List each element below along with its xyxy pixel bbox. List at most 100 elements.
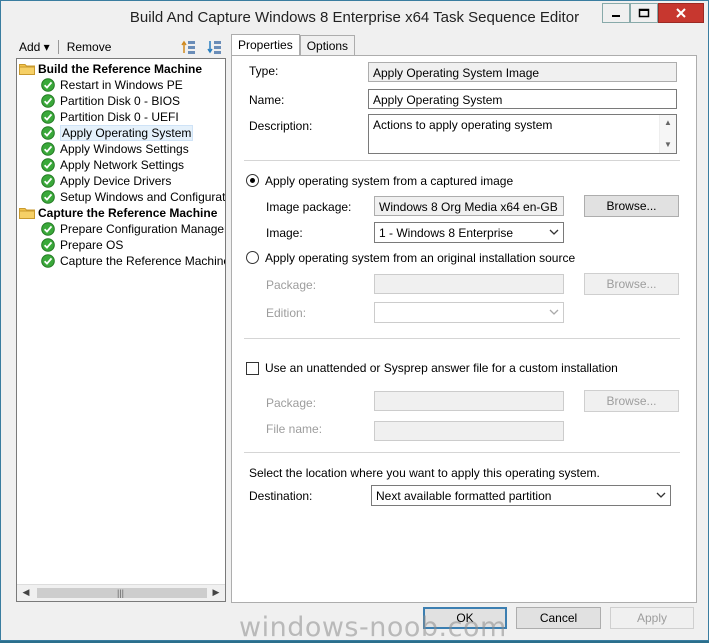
description-scrollbar[interactable]: ▲ ▼ xyxy=(659,115,676,153)
minimize-button[interactable] xyxy=(602,3,630,23)
tree-item-label: Partition Disk 0 - UEFI xyxy=(60,110,179,124)
tree-group[interactable]: Build the Reference Machine xyxy=(17,61,225,77)
tree-item[interactable]: Apply Windows Settings xyxy=(17,141,225,157)
tree-item-label: Partition Disk 0 - BIOS xyxy=(60,94,181,108)
filename-label: File name: xyxy=(266,422,323,436)
description-field[interactable]: Actions to apply operating system ▲ ▼ xyxy=(368,114,677,154)
separator-1 xyxy=(244,160,680,162)
move-up-icon[interactable] xyxy=(181,39,197,55)
check-icon xyxy=(41,238,55,252)
separator-3 xyxy=(244,452,680,454)
package-label: Package: xyxy=(266,278,317,292)
destination-label: Destination: xyxy=(249,489,313,503)
chevron-down-icon xyxy=(549,229,559,235)
unattend-checkbox[interactable] xyxy=(246,362,259,375)
image-select-value: 1 - Windows 8 Enterprise xyxy=(379,226,514,240)
tree-group-label: Capture the Reference Machine xyxy=(38,206,218,220)
tree-item-label: Restart in Windows PE xyxy=(60,78,183,92)
tree-item-label: Apply Windows Settings xyxy=(60,142,189,156)
scroll-right-icon[interactable]: ▶ xyxy=(210,587,222,599)
tree-item[interactable]: Apply Device Drivers xyxy=(17,173,225,189)
image-select[interactable]: 1 - Windows 8 Enterprise xyxy=(374,222,564,243)
package-field xyxy=(374,274,564,294)
tree-item[interactable]: Partition Disk 0 - BIOS xyxy=(17,93,225,109)
unattend-package-label: Package: xyxy=(266,396,317,410)
description-label: Description: xyxy=(249,119,313,133)
unattend-browse-button[interactable]: Browse... xyxy=(584,390,679,412)
close-button[interactable] xyxy=(658,3,704,23)
tree-item-label: Apply Network Settings xyxy=(60,158,185,172)
remove-button[interactable]: Remove xyxy=(63,40,116,54)
edition-label: Edition: xyxy=(266,306,307,320)
tree-item[interactable]: Restart in Windows PE xyxy=(17,77,225,93)
cancel-button[interactable]: Cancel xyxy=(516,607,601,629)
maximize-icon xyxy=(638,8,650,18)
toolbar-separator xyxy=(57,40,59,54)
image-package-browse-button[interactable]: Browse... xyxy=(584,195,679,217)
tab-properties[interactable]: Properties xyxy=(231,34,300,56)
unattend-package-field xyxy=(374,391,564,411)
watermark: windows-noob.com xyxy=(239,612,507,643)
type-label: Type: xyxy=(249,64,279,78)
check-icon xyxy=(41,94,55,108)
close-icon xyxy=(676,8,686,18)
image-label: Image: xyxy=(266,226,303,240)
tree-item-label: Prepare OS xyxy=(60,238,124,252)
unattend-checkbox-label[interactable]: Use an unattended or Sysprep answer file… xyxy=(265,361,618,375)
scroll-left-icon[interactable]: ◀ xyxy=(20,587,32,599)
task-sequence-tree: Build the Reference Machine Restart in Wi… xyxy=(16,58,226,602)
check-icon xyxy=(41,190,55,204)
tree-item[interactable]: Prepare OS xyxy=(17,237,225,253)
scroll-up-icon[interactable]: ▲ xyxy=(663,118,673,128)
tree-toolbar: Add ▾ Remove xyxy=(15,37,227,57)
tree-item[interactable]: Apply Operating System xyxy=(17,125,225,141)
check-icon xyxy=(41,222,55,236)
tree-item[interactable]: Apply Network Settings xyxy=(17,157,225,173)
separator-2 xyxy=(244,338,680,340)
chevron-down-icon xyxy=(656,492,666,498)
move-down-icon[interactable] xyxy=(207,39,223,55)
apply-button[interactable]: Apply xyxy=(610,607,694,629)
check-icon xyxy=(41,126,55,140)
name-field[interactable]: Apply Operating System xyxy=(368,89,677,109)
tree-item[interactable]: Prepare Configuration Manager Cli xyxy=(17,221,225,237)
check-icon xyxy=(41,78,55,92)
task-sequence-editor-window: Build And Capture Windows 8 Enterprise x… xyxy=(0,0,709,643)
tab-options[interactable]: Options xyxy=(299,35,356,55)
type-field: Apply Operating System Image xyxy=(368,62,677,82)
tree-item-label: Prepare Configuration Manager Cli xyxy=(60,222,226,236)
tree-group-label: Build the Reference Machine xyxy=(38,62,203,76)
scroll-thumb[interactable]: ||| xyxy=(37,588,207,598)
radio-original-source-label[interactable]: Apply operating system from an original … xyxy=(265,251,575,265)
tree-group[interactable]: Capture the Reference Machine xyxy=(17,205,225,221)
grip-icon: ||| xyxy=(117,588,125,598)
image-package-label: Image package: xyxy=(266,200,352,214)
tree-item-label: Apply Operating System xyxy=(60,125,194,141)
check-icon xyxy=(41,110,55,124)
tree-body: Build the Reference Machine Restart in Wi… xyxy=(17,59,225,269)
package-browse-button[interactable]: Browse... xyxy=(584,273,679,295)
tree-item[interactable]: Partition Disk 0 - UEFI xyxy=(17,109,225,125)
description-text: Actions to apply operating system xyxy=(373,118,553,132)
destination-select[interactable]: Next available formatted partition xyxy=(371,485,671,506)
minimize-icon xyxy=(612,15,620,17)
filename-field xyxy=(374,421,564,441)
properties-panel: Type: Apply Operating System Image Name:… xyxy=(231,55,697,603)
tree-item[interactable]: Capture the Reference Machine xyxy=(17,253,225,269)
folder-icon xyxy=(19,64,35,75)
horizontal-scrollbar[interactable]: ◀ ||| ▶ xyxy=(17,584,225,601)
radio-original-source[interactable] xyxy=(246,251,259,264)
check-icon xyxy=(41,158,55,172)
scroll-down-icon[interactable]: ▼ xyxy=(663,140,673,150)
add-menu-button[interactable]: Add ▾ xyxy=(15,40,54,54)
tree-item[interactable]: Setup Windows and Configuration xyxy=(17,189,225,205)
radio-captured-image[interactable] xyxy=(246,174,259,187)
edition-select[interactable] xyxy=(374,302,564,323)
check-icon xyxy=(41,174,55,188)
maximize-button[interactable] xyxy=(630,3,658,23)
radio-captured-image-label[interactable]: Apply operating system from a captured i… xyxy=(265,174,513,188)
toolbar-icons xyxy=(181,39,223,55)
folder-icon xyxy=(19,208,35,219)
tree-item-label: Setup Windows and Configuration xyxy=(60,190,226,204)
location-instructions: Select the location where you want to ap… xyxy=(249,466,600,480)
